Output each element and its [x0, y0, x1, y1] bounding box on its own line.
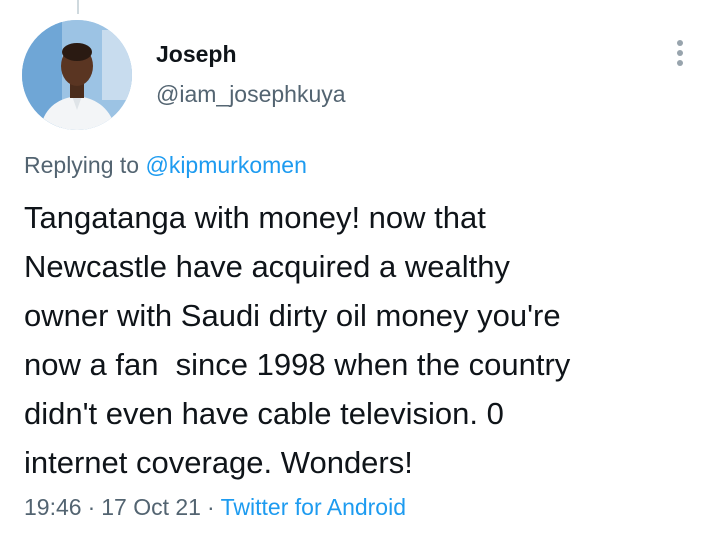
tweet-time[interactable]: 19:46 [24, 494, 82, 520]
author-display-name[interactable]: Joseph [156, 40, 237, 68]
meta-separator: · [206, 494, 215, 520]
tweet-text: Tangatanga with money! now that Newcastl… [24, 200, 571, 480]
tweet-detail: Joseph @iam_josephkuya Replying to @kipm… [0, 0, 720, 537]
reply-mention-link[interactable]: @kipmurkomen [145, 152, 306, 178]
author-handle[interactable]: @iam_josephkuya [156, 80, 346, 108]
tweet-date[interactable]: 17 Oct 21 [101, 494, 201, 520]
avatar[interactable] [22, 20, 132, 130]
user-avatar-photo-icon [22, 20, 132, 130]
meta-separator: · [87, 494, 96, 520]
thread-connector-line [77, 0, 79, 14]
replying-to: Replying to @kipmurkomen [24, 151, 307, 179]
tweet-source-link[interactable]: Twitter for Android [221, 494, 406, 520]
replying-to-label: Replying to [24, 152, 140, 178]
tweet-metadata: 19:46 · 17 Oct 21 · Twitter for Android [24, 493, 406, 521]
more-vertical-icon [677, 40, 683, 66]
more-options-button[interactable] [664, 34, 696, 74]
